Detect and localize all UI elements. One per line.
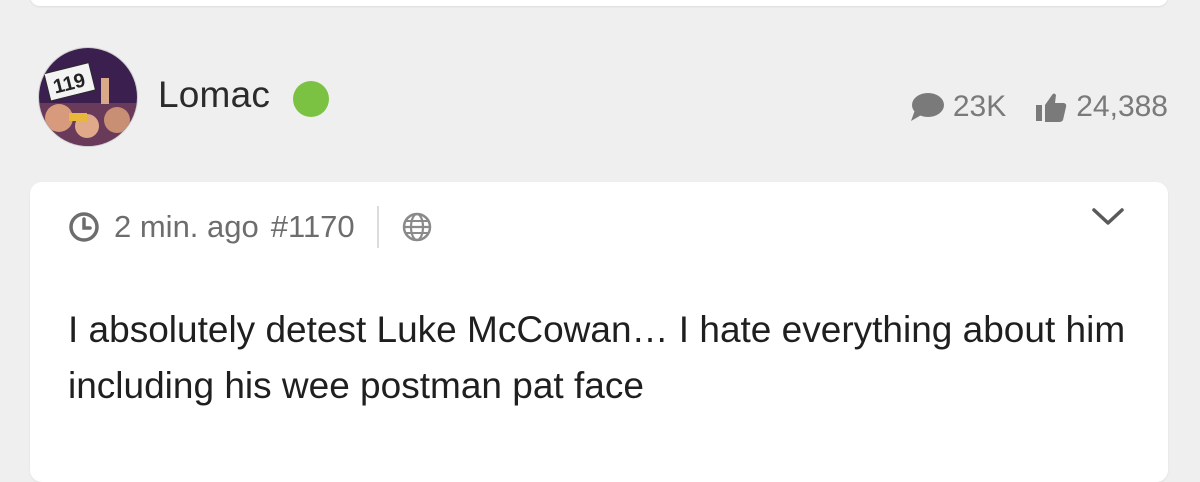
globe-icon: [402, 212, 431, 242]
chevron-down-icon: [1092, 208, 1124, 225]
meta-divider: [376, 206, 379, 248]
avatar[interactable]: 119: [38, 47, 138, 147]
online-status-indicator: [293, 81, 329, 117]
post-timestamp[interactable]: 2 min. ago: [114, 209, 259, 245]
post-card: 2 min. ago #1170 I absolutely detest Luk…: [30, 182, 1168, 482]
post-options-button[interactable]: [1090, 204, 1126, 233]
avatar-image: 119: [39, 48, 137, 146]
post-author-header: 119 Lomac 23K 24,388: [0, 0, 1200, 180]
post-count-stat: 23K: [909, 90, 1006, 124]
clock-icon: [69, 212, 99, 242]
post-body-text: I absolutely detest Luke McCowan… I hate…: [68, 309, 1126, 406]
like-count: 24,388: [1076, 90, 1168, 123]
username[interactable]: Lomac: [158, 74, 270, 116]
post-meta: 2 min. ago #1170: [68, 206, 433, 248]
author-stats: 23K 24,388: [909, 90, 1168, 124]
post-number-link[interactable]: #1170: [271, 209, 355, 245]
likes-stat: 24,388: [1034, 90, 1168, 124]
speech-bubble-icon: [910, 93, 944, 121]
thumbs-up-icon: [1036, 93, 1067, 122]
post-count: 23K: [952, 90, 1007, 123]
